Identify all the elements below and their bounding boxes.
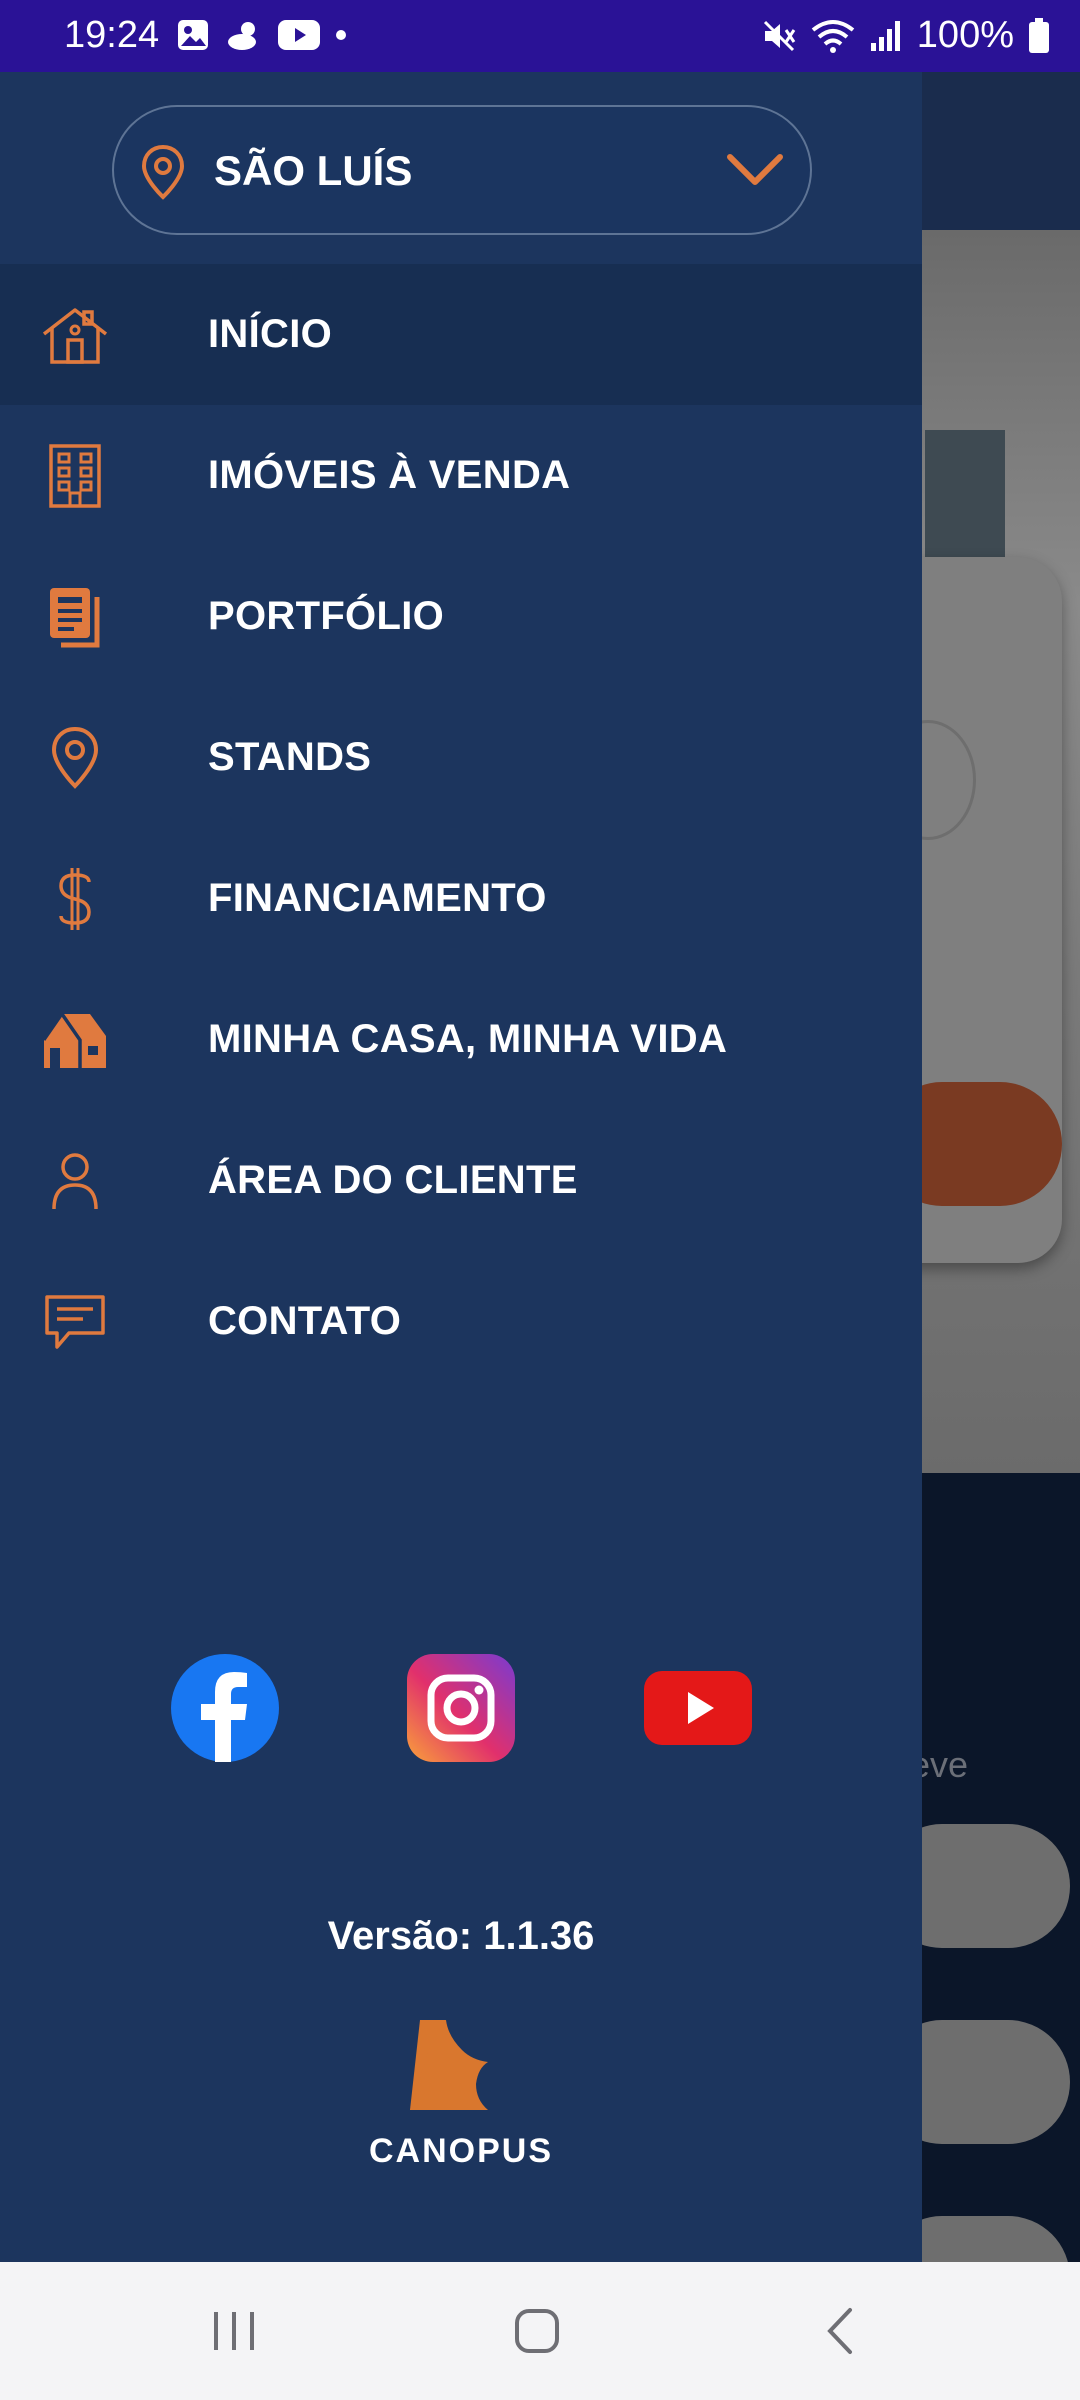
menu-item-label: PORTFÓLIO <box>208 594 445 638</box>
menu-item-label: INÍCIO <box>208 312 333 356</box>
dot-icon <box>336 30 346 40</box>
system-nav-bar <box>0 2262 1080 2400</box>
menu-item-label: FINANCIAMENTO <box>208 876 547 920</box>
menu-item-label: IMÓVEIS À VENDA <box>208 453 571 497</box>
house-icon <box>38 1007 112 1073</box>
drawer-menu: INÍCIO IMÓVEIS À VENDA PORTFÓLIO STANDS … <box>0 264 922 1392</box>
youtube-icon[interactable] <box>644 1654 752 1762</box>
menu-item-financiamento[interactable]: FINANCIAMENTO <box>0 828 922 969</box>
location-pin-icon <box>38 725 112 791</box>
menu-item-label: MINHA CASA, MINHA VIDA <box>208 1017 728 1061</box>
chat-icon <box>38 1289 112 1355</box>
notification-icons <box>176 18 348 52</box>
menu-item-area-do-cliente[interactable]: ÁREA DO CLIENTE <box>0 1110 922 1251</box>
home-button-icon[interactable] <box>512 2306 562 2356</box>
menu-item-imoveis-a-venda[interactable]: IMÓVEIS À VENDA <box>0 405 922 546</box>
menu-item-minha-casa-minha-vida[interactable]: MINHA CASA, MINHA VIDA <box>0 969 922 1110</box>
signal-icon <box>870 20 900 51</box>
gallery-icon <box>178 20 208 50</box>
building-icon <box>38 443 112 509</box>
location-pin-icon <box>141 144 185 200</box>
home-icon <box>38 302 112 368</box>
menu-item-label: STANDS <box>208 735 372 779</box>
battery-text: 100% <box>916 14 1014 56</box>
system-icons: 100% <box>761 14 1050 57</box>
recent-apps-icon[interactable] <box>208 2306 260 2356</box>
city-selector[interactable]: SÃO LUÍS <box>112 105 812 235</box>
weather-icon <box>228 22 256 50</box>
facebook-icon[interactable] <box>171 1654 279 1762</box>
menu-item-label: CONTATO <box>208 1299 402 1343</box>
menu-item-contato[interactable]: CONTATO <box>0 1251 922 1392</box>
menu-item-stands[interactable]: STANDS <box>0 687 922 828</box>
battery-icon <box>1029 17 1049 53</box>
instagram-icon[interactable] <box>407 1654 515 1762</box>
menu-item-portfolio[interactable]: PORTFÓLIO <box>0 546 922 687</box>
youtube-icon <box>278 20 320 50</box>
city-name: SÃO LUÍS <box>214 147 413 194</box>
menu-item-label: ÁREA DO CLIENTE <box>208 1158 578 1202</box>
wifi-icon <box>811 19 855 53</box>
clock: 19:24 <box>64 14 160 56</box>
dollar-icon <box>38 866 112 932</box>
back-icon[interactable] <box>820 2306 860 2356</box>
mute-icon <box>763 20 796 51</box>
navigation-drawer: SÃO LUÍS INÍCIO IMÓVEIS À VENDA PORTFÓLI… <box>0 72 922 2262</box>
chevron-down-icon[interactable] <box>726 151 784 189</box>
app-version: Versão: 1.1.36 <box>327 1914 595 1958</box>
status-bar: 19:24 100% <box>0 0 1080 72</box>
menu-item-inicio[interactable]: INÍCIO <box>0 264 922 405</box>
user-icon <box>38 1148 112 1214</box>
logo-text: CANOPUS <box>368 2132 554 2170</box>
portfolio-icon <box>38 584 112 650</box>
